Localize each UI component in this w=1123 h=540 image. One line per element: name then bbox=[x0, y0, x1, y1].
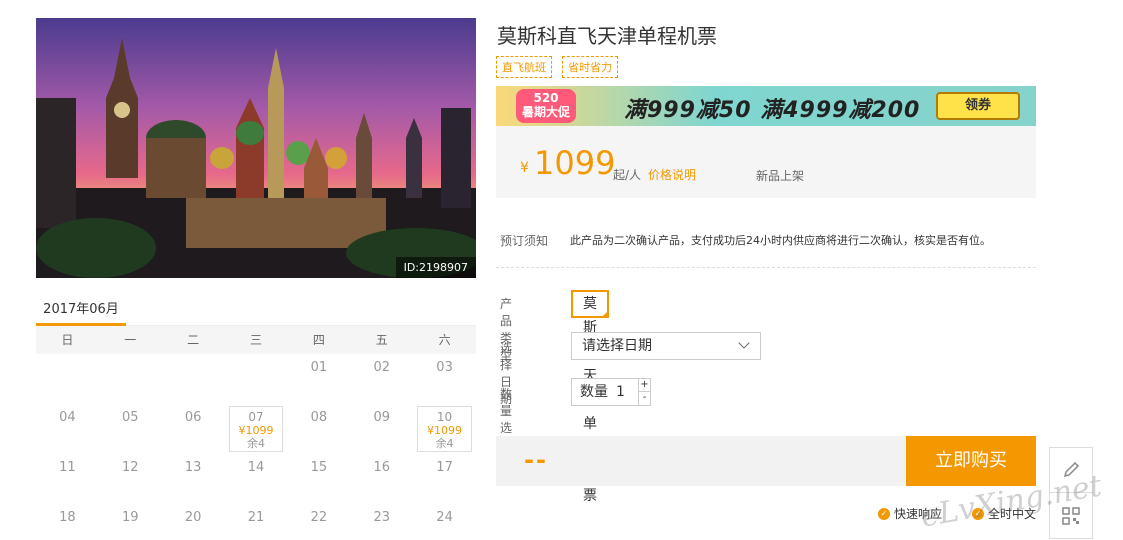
calendar-weekdays: 日 一 二 三 四 五 六 bbox=[36, 326, 476, 354]
chevron-down-icon bbox=[738, 337, 750, 349]
calendar-day: 14 bbox=[247, 460, 265, 475]
calendar-day: 09 bbox=[373, 410, 390, 425]
notice-text: 此产品为二次确认产品，支付成功后24小时内供应商将进行二次确认，核实是否有位。 bbox=[570, 234, 991, 247]
calendar-month-tab[interactable]: 2017年06月 bbox=[36, 298, 126, 326]
price-unit: 起/人 bbox=[613, 168, 642, 182]
price-explain-link[interactable]: 价格说明 bbox=[648, 166, 696, 183]
calendar-day: 01 bbox=[310, 360, 328, 375]
date-select-value: 请选择日期 bbox=[582, 338, 652, 354]
calendar-day: 24 bbox=[436, 510, 453, 525]
kremlin-photo-image bbox=[36, 18, 476, 278]
weekday-label: 六 bbox=[438, 333, 451, 347]
quantity-minus-button[interactable]: - bbox=[638, 392, 650, 405]
product-photo: ID:2198907 bbox=[36, 18, 476, 278]
weekday-label: 二 bbox=[187, 333, 200, 347]
get-coupon-button[interactable]: 领券 bbox=[936, 92, 1020, 120]
calendar-day: 18 bbox=[59, 510, 76, 525]
calendar-day-number: 07 bbox=[248, 410, 264, 424]
calendar-day: 08 bbox=[310, 410, 328, 425]
weekday-label: 四 bbox=[312, 333, 325, 347]
calendar-day: 21 bbox=[247, 510, 265, 525]
total-price: -- bbox=[524, 446, 548, 474]
calendar-day: 06 bbox=[184, 410, 202, 425]
status-badge: 新品上架 bbox=[756, 169, 805, 183]
calendar-days: 01 02 03 04 05 06 07 ¥1099 余4 08 09 10 ¥1099 余4 11 12 13… bbox=[36, 354, 476, 540]
weekday-label: 五 bbox=[375, 333, 388, 347]
buy-now-button[interactable]: 立即购买 bbox=[906, 436, 1036, 486]
calendar-day-available[interactable]: 10 ¥1099 余4 bbox=[417, 406, 472, 452]
promo-banner[interactable]: 520 暑期大促 满999减50 满4999减200 领券 bbox=[496, 86, 1036, 126]
promo-badge-number: 520 bbox=[533, 91, 559, 105]
calendar-day-empty bbox=[36, 354, 99, 404]
quantity-value[interactable]: 1 bbox=[616, 379, 625, 405]
buy-bar: -- 立即购买 bbox=[496, 436, 1036, 486]
calendar-day: 19 bbox=[122, 510, 139, 525]
calendar-day: 20 bbox=[184, 510, 202, 525]
product-type-option[interactable]: 莫斯科天津单程机票 bbox=[571, 290, 609, 504]
calendar-day: 02 bbox=[373, 360, 390, 375]
calendar-day: 04 bbox=[59, 410, 76, 425]
calendar-day-empty bbox=[99, 354, 162, 404]
price-box: ¥ 1099 起/人 价格说明 新品上架 bbox=[496, 126, 1036, 198]
calendar-day-number: 10 bbox=[436, 410, 453, 424]
promo-badge: 520 暑期大促 bbox=[516, 89, 576, 123]
calendar-day: 03 bbox=[436, 360, 453, 375]
booking-notice: 预订须知 此产品为二次确认产品，支付成功后24小时内供应商将进行二次确认，核实是… bbox=[496, 220, 1036, 268]
promo-text: 满999减50 满4999减200 bbox=[624, 98, 921, 123]
calendar-day-price: ¥1099 bbox=[427, 424, 463, 437]
quantity-stepper: 数量 1 + - bbox=[571, 378, 651, 406]
calendar-day: 17 bbox=[436, 460, 453, 475]
calendar-day: 11 bbox=[59, 460, 76, 475]
quantity-name: 数量 bbox=[580, 384, 608, 400]
weekday-label: 三 bbox=[250, 333, 263, 347]
check-icon: ✓ bbox=[878, 507, 890, 520]
calendar-day: 15 bbox=[310, 460, 328, 475]
calendar-day-price: ¥1099 bbox=[238, 424, 274, 437]
calendar-day: 05 bbox=[122, 410, 139, 425]
notice-label: 预订须知 bbox=[500, 234, 549, 248]
calendar-day: 23 bbox=[373, 510, 390, 525]
tag-direct-flight: 直飞航班 bbox=[496, 56, 552, 78]
calendar: 2017年06月 日 一 二 三 四 五 六 01 02 03 04 05 06 07 ¥10… bbox=[36, 290, 476, 540]
calendar-day-remaining: 余4 bbox=[246, 437, 265, 450]
quantity-plus-button[interactable]: + bbox=[638, 379, 650, 392]
weekday-label: 一 bbox=[124, 333, 137, 347]
weekday-label: 日 bbox=[61, 333, 74, 347]
product-title: 莫斯科直飞天津单程机票 bbox=[497, 24, 717, 48]
calendar-day-remaining: 余4 bbox=[435, 437, 454, 450]
calendar-day: 22 bbox=[310, 510, 328, 525]
calendar-day: 13 bbox=[184, 460, 202, 475]
price-currency: ¥ bbox=[520, 160, 529, 176]
calendar-day-empty bbox=[225, 354, 288, 404]
promo-badge-text: 暑期大促 bbox=[521, 105, 570, 119]
product-tags: 直飞航班 省时省力 bbox=[496, 56, 618, 78]
calendar-day-empty bbox=[162, 354, 225, 404]
date-select[interactable]: 请选择日期 bbox=[571, 332, 761, 360]
photo-id-label: ID:2198907 bbox=[395, 257, 476, 278]
calendar-day-available[interactable]: 07 ¥1099 余4 bbox=[228, 406, 284, 452]
price-value: 1099 bbox=[534, 144, 616, 182]
calendar-header: 2017年06月 bbox=[36, 290, 476, 326]
tag-save-time: 省时省力 bbox=[562, 56, 618, 78]
calendar-day: 12 bbox=[122, 460, 139, 475]
calendar-day: 16 bbox=[373, 460, 390, 475]
